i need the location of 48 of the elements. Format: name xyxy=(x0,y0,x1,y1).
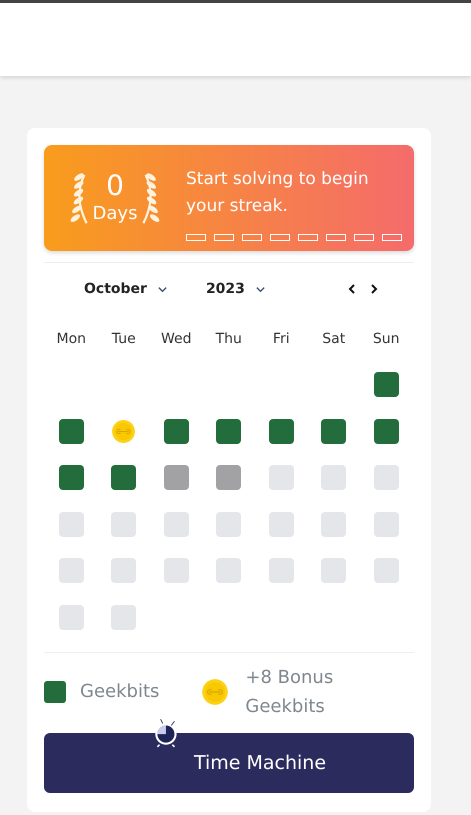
upcoming-day[interactable] xyxy=(321,465,346,490)
weekday-label: Wed xyxy=(160,330,193,349)
upcoming-day[interactable] xyxy=(268,512,294,537)
weekday-label: Tue xyxy=(110,330,137,349)
solved-day[interactable] xyxy=(374,418,399,444)
upcoming-day[interactable] xyxy=(164,558,189,584)
missed-day[interactable] xyxy=(164,465,189,490)
streak-count: 0 xyxy=(106,170,124,202)
month-dropdown[interactable]: October xyxy=(84,281,168,297)
streak-unit: Days xyxy=(92,202,138,226)
upcoming-day[interactable] xyxy=(58,512,84,537)
solved-day[interactable] xyxy=(58,418,84,444)
weekday-label: Thu xyxy=(214,330,243,349)
upcoming-day[interactable] xyxy=(216,558,242,584)
solved-day[interactable] xyxy=(374,372,399,398)
upcoming-day[interactable] xyxy=(374,512,399,537)
upcoming-day[interactable] xyxy=(111,558,136,584)
upcoming-day[interactable] xyxy=(268,558,294,584)
upcoming-day[interactable] xyxy=(216,512,242,537)
upcoming-day[interactable] xyxy=(111,512,136,537)
upcoming-day[interactable] xyxy=(58,558,84,584)
legend-label: +8 Bonus Geekbits xyxy=(245,666,334,718)
legend-label: Geekbits xyxy=(80,680,160,704)
upcoming-day[interactable] xyxy=(268,465,294,490)
weekday-label: Fri xyxy=(272,330,291,349)
upcoming-day[interactable] xyxy=(58,604,84,630)
upcoming-day[interactable] xyxy=(374,465,399,490)
solved-day[interactable] xyxy=(321,418,346,444)
coin-icon xyxy=(201,678,230,706)
solved-day[interactable] xyxy=(216,418,242,444)
time-machine-button[interactable]: Time Machine xyxy=(44,732,414,792)
upcoming-day[interactable] xyxy=(374,558,399,584)
weekday-label: Sat xyxy=(321,330,346,349)
solved-day[interactable] xyxy=(268,418,294,444)
streak-message: Start solving to begin your streak. xyxy=(186,168,370,218)
solved-day[interactable] xyxy=(58,465,84,490)
upcoming-day[interactable] xyxy=(321,558,346,584)
weekday-label: Sun xyxy=(372,330,401,349)
upcoming-day[interactable] xyxy=(164,512,189,537)
upcoming-day[interactable] xyxy=(111,604,136,630)
solved-day[interactable] xyxy=(111,465,136,490)
year-dropdown[interactable]: 2023 xyxy=(206,281,266,297)
coin-icon[interactable] xyxy=(111,418,136,444)
solved-day[interactable] xyxy=(164,418,189,444)
legend-swatch xyxy=(44,680,66,702)
missed-day[interactable] xyxy=(216,465,242,490)
weekday-label: Mon xyxy=(55,330,88,349)
upcoming-day[interactable] xyxy=(321,512,346,537)
